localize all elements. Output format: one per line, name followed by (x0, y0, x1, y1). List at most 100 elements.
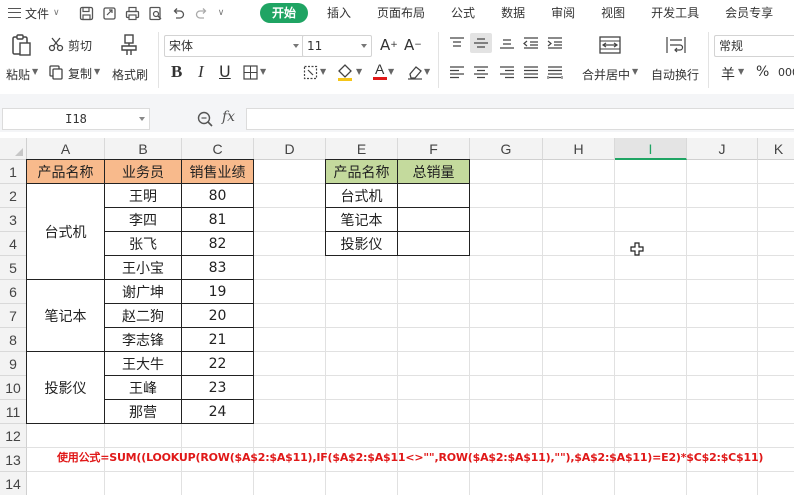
merge-center-label[interactable]: 合并居中 (582, 66, 630, 83)
percent-format-button[interactable]: % (756, 64, 769, 80)
chevron-down-icon[interactable]: ▼ (388, 67, 394, 76)
row-header-14[interactable]: 14 (0, 472, 27, 495)
row-header-8[interactable]: 8 (0, 328, 27, 352)
increase-indent-icon[interactable] (546, 35, 564, 51)
clear-format-icon[interactable] (406, 64, 424, 80)
row-header-6[interactable]: 6 (0, 280, 27, 304)
salesperson-cell[interactable]: 李四 (104, 207, 182, 232)
tab-insert[interactable]: 插入 (314, 3, 364, 23)
salesperson-cell[interactable]: 王大牛 (104, 351, 182, 376)
row-header-11[interactable]: 11 (0, 400, 27, 424)
distributed-align-icon[interactable] (546, 64, 564, 80)
wrap-text-icon[interactable] (664, 34, 688, 56)
chevron-down-icon[interactable]: ▼ (260, 67, 266, 76)
cut-button-label[interactable]: 剪切 (68, 37, 92, 54)
chevron-down-icon[interactable]: ▼ (94, 67, 100, 76)
row-header-2[interactable]: 2 (0, 184, 27, 208)
justify-icon[interactable] (522, 64, 540, 80)
export-icon[interactable] (101, 5, 117, 21)
align-middle-icon[interactable] (470, 33, 492, 53)
tab-home[interactable]: 开始 (260, 3, 309, 23)
row-header-3[interactable]: 3 (0, 208, 27, 232)
tab-formulas[interactable]: 公式 (438, 3, 488, 23)
format-painter-icon[interactable] (118, 32, 140, 58)
sales-value-cell[interactable]: 21 (181, 327, 254, 352)
tab-developer[interactable]: 开发工具 (638, 3, 712, 23)
salesperson-cell[interactable]: 王峰 (104, 375, 182, 400)
sales-value-cell[interactable]: 22 (181, 351, 254, 376)
table1-header-cell[interactable]: 销售业绩 (181, 159, 254, 184)
sales-value-cell[interactable]: 20 (181, 303, 254, 328)
sales-value-cell[interactable]: 19 (181, 279, 254, 304)
row-header-13[interactable]: 13 (0, 448, 27, 472)
print-preview-icon[interactable] (147, 5, 163, 21)
copy-icon[interactable] (48, 64, 64, 80)
total-sales-cell[interactable] (397, 183, 470, 208)
redo-icon[interactable] (193, 5, 209, 21)
currency-format-button[interactable]: 羊 (721, 64, 735, 84)
table2-header-cell[interactable]: 产品名称 (325, 159, 398, 184)
thousands-format-button[interactable]: 000 (778, 66, 794, 79)
wrap-text-label[interactable]: 自动换行 (651, 66, 699, 83)
number-format-select[interactable]: 常规 (714, 35, 794, 57)
sales-value-cell[interactable]: 83 (181, 255, 254, 280)
chevron-down-icon[interactable]: ▼ (632, 67, 638, 76)
column-header-f[interactable]: F (398, 138, 470, 160)
column-header-b[interactable]: B (105, 138, 182, 160)
column-header-g[interactable]: G (470, 138, 543, 160)
row-header-1[interactable]: 1 (0, 160, 27, 184)
font-name-select[interactable]: 宋体 (164, 35, 304, 57)
chevron-down-icon[interactable]: ▼ (424, 67, 430, 76)
product-merged-cell[interactable]: 投影仪 (26, 351, 105, 424)
sales-value-cell[interactable]: 81 (181, 207, 254, 232)
table1-header-cell[interactable]: 产品名称 (26, 159, 105, 184)
border-icon[interactable] (242, 64, 258, 80)
column-header-a[interactable]: A (27, 138, 105, 160)
underline-icon[interactable]: U (219, 62, 231, 81)
increase-font-icon[interactable]: A + (380, 36, 398, 54)
align-left-icon[interactable] (448, 64, 466, 80)
select-all-corner[interactable] (0, 138, 27, 160)
salesperson-cell[interactable]: 赵二狗 (104, 303, 182, 328)
column-header-e[interactable]: E (326, 138, 398, 160)
chevron-down-icon[interactable]: ∨ (216, 5, 226, 21)
zoom-icon[interactable] (196, 110, 214, 128)
column-header-i[interactable]: I (615, 138, 687, 160)
total-sales-cell[interactable] (397, 231, 470, 256)
font-color-icon[interactable]: A (372, 60, 388, 82)
table2-product-cell[interactable]: 台式机 (325, 183, 398, 208)
column-header-k[interactable]: K (758, 138, 794, 160)
table2-header-cell[interactable]: 总销量 (397, 159, 470, 184)
undo-icon[interactable] (170, 5, 186, 21)
tab-review[interactable]: 审阅 (538, 3, 588, 23)
align-center-icon[interactable] (472, 64, 490, 80)
column-header-d[interactable]: D (254, 138, 326, 160)
salesperson-cell[interactable]: 王明 (104, 183, 182, 208)
chevron-down-icon[interactable]: ▼ (738, 67, 744, 76)
sales-value-cell[interactable]: 80 (181, 183, 254, 208)
product-merged-cell[interactable]: 台式机 (26, 183, 105, 280)
row-header-4[interactable]: 4 (0, 232, 27, 256)
file-menu[interactable]: 文件 ∨ (0, 5, 78, 22)
save-icon[interactable] (78, 5, 94, 21)
decrease-indent-icon[interactable] (522, 35, 540, 51)
italic-icon[interactable]: I (198, 62, 204, 82)
table2-product-cell[interactable]: 投影仪 (325, 231, 398, 256)
format-painter-label[interactable]: 格式刷 (112, 66, 148, 83)
chevron-down-icon[interactable]: ▼ (32, 67, 38, 76)
merge-center-icon[interactable] (598, 34, 622, 56)
chevron-down-icon[interactable]: ▼ (356, 67, 362, 76)
row-header-9[interactable]: 9 (0, 352, 27, 376)
column-header-j[interactable]: J (687, 138, 758, 160)
salesperson-cell[interactable]: 张飞 (104, 231, 182, 256)
salesperson-cell[interactable]: 谢广坤 (104, 279, 182, 304)
row-header-5[interactable]: 5 (0, 256, 27, 280)
bold-icon[interactable]: B (171, 62, 182, 82)
row-header-10[interactable]: 10 (0, 376, 27, 400)
fill-color-icon[interactable] (336, 62, 354, 82)
copy-button-label[interactable]: 复制 (68, 65, 92, 82)
paste-icon[interactable] (8, 32, 34, 58)
salesperson-cell[interactable]: 李志锋 (104, 327, 182, 352)
name-box[interactable]: I18 (2, 108, 150, 130)
paste-button-label[interactable]: 粘贴 (6, 66, 30, 83)
